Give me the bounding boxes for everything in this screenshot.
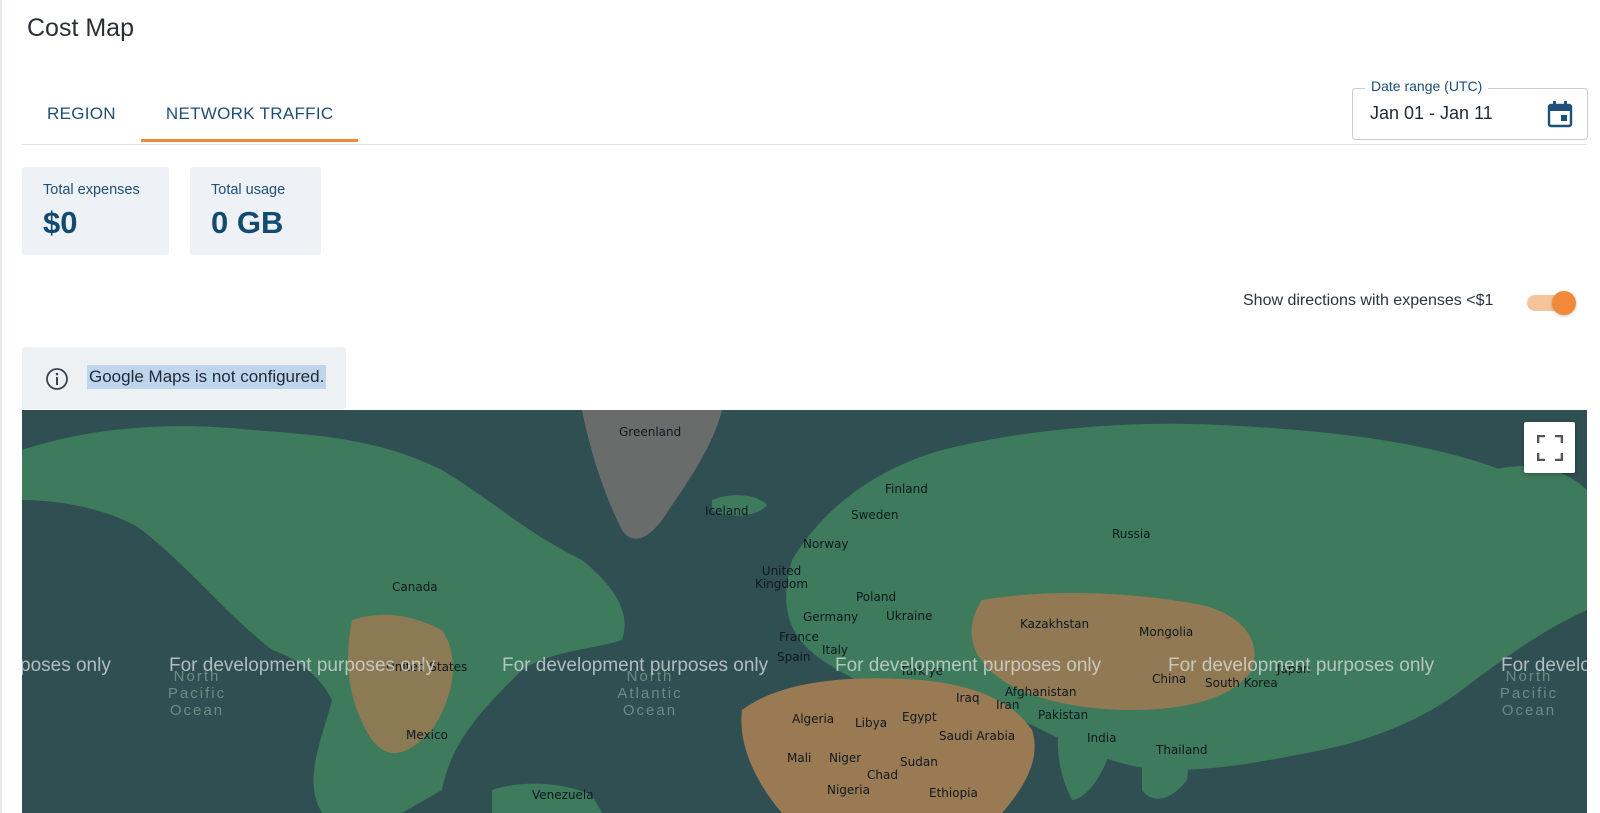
map-label-niger: Niger <box>829 751 862 765</box>
tab-region[interactable]: REGION <box>22 92 141 142</box>
map-label-south-korea: South Korea <box>1205 676 1278 690</box>
total-usage-card: Total usage 0 GB <box>190 167 321 255</box>
map-label-ukraine: Ukraine <box>886 609 933 623</box>
total-expenses-label: Total expenses <box>43 182 140 198</box>
world-map[interactable]: Greenland Iceland Finland Sweden Norway … <box>22 410 1587 813</box>
map-label-kazakhstan: Kazakhstan <box>1020 617 1090 631</box>
map-label-iran: Iran <box>996 698 1020 712</box>
map-label-greenland: Greenland <box>619 425 682 439</box>
date-range-value[interactable]: Jan 01 - Jan 11 <box>1370 103 1493 124</box>
map-label-chad: Chad <box>867 768 898 782</box>
toggle-thumb[interactable] <box>1552 291 1576 315</box>
map-label-saudi-arabia: Saudi Arabia <box>939 729 1016 743</box>
map-label-sudan: Sudan <box>900 755 938 769</box>
map-label-afghanistan: Afghanistan <box>1005 685 1077 699</box>
map-label-algeria: Algeria <box>792 712 835 726</box>
left-edge <box>0 0 2 813</box>
date-range-label: Date range (UTC) <box>1365 78 1489 94</box>
map-watermark: For development purposes only <box>1168 655 1435 676</box>
page-title: Cost Map <box>27 14 134 42</box>
map-label-iraq: Iraq <box>956 691 980 705</box>
fullscreen-button[interactable] <box>1524 422 1575 473</box>
map-label-russia: Russia <box>1112 527 1151 541</box>
map-label-pakistan: Pakistan <box>1038 708 1089 722</box>
directions-toggle-label: Show directions with expenses <$1 <box>1243 292 1494 309</box>
total-usage-label: Total usage <box>211 182 286 198</box>
map-watermark: For develo <box>1501 655 1587 676</box>
total-expenses-value: $0 <box>43 205 78 240</box>
info-icon <box>46 368 68 390</box>
map-label-poland: Poland <box>856 590 897 604</box>
map-label-venezuela: Venezuela <box>532 788 594 802</box>
map-label-spain: Spain <box>777 650 811 664</box>
map-watermark: For development purposes only <box>169 655 436 676</box>
map-label-united-kingdom: United Kingdom <box>754 564 809 591</box>
map-label-egypt: Egypt <box>902 710 937 724</box>
map-label-sweden: Sweden <box>851 508 899 522</box>
map-label-norway: Norway <box>803 537 849 551</box>
map-label-thailand: Thailand <box>1156 743 1208 757</box>
map-label-india: India <box>1087 731 1117 745</box>
map-watermark: For development purposes only <box>835 655 1102 676</box>
total-usage-value: 0 GB <box>211 205 284 240</box>
alert-message: Google Maps is not configured. <box>87 365 327 389</box>
map-label-finland: Finland <box>885 482 928 496</box>
fullscreen-icon <box>1537 435 1563 461</box>
total-expenses-card: Total expenses $0 <box>22 167 169 255</box>
map-label-ethiopia: Ethiopia <box>929 786 978 800</box>
map-watermark: For development purposes only <box>502 655 769 676</box>
tab-network-traffic[interactable]: NETWORK TRAFFIC <box>140 92 359 142</box>
map-label-mali: Mali <box>787 751 812 765</box>
map-watermark: poses only <box>22 655 111 676</box>
tabs-divider <box>22 144 1587 145</box>
map-label-canada: Canada <box>392 580 438 594</box>
map-label-nigeria: Nigeria <box>827 783 870 797</box>
map-label-mexico: Mexico <box>406 728 448 742</box>
map-label-germany: Germany <box>803 610 859 624</box>
directions-toggle[interactable] <box>1527 290 1577 316</box>
map-label-mongolia: Mongolia <box>1139 625 1194 639</box>
map-label-france: France <box>779 630 819 644</box>
tab-bar: REGION NETWORK TRAFFIC <box>22 92 359 144</box>
maps-not-configured-alert: Google Maps is not configured. <box>22 347 346 409</box>
map-label-iceland: Iceland <box>705 504 749 518</box>
date-range-picker[interactable]: Jan 01 - Jan 11 <box>1352 88 1588 140</box>
calendar-icon[interactable] <box>1547 100 1573 128</box>
map-label-libya: Libya <box>855 716 888 730</box>
